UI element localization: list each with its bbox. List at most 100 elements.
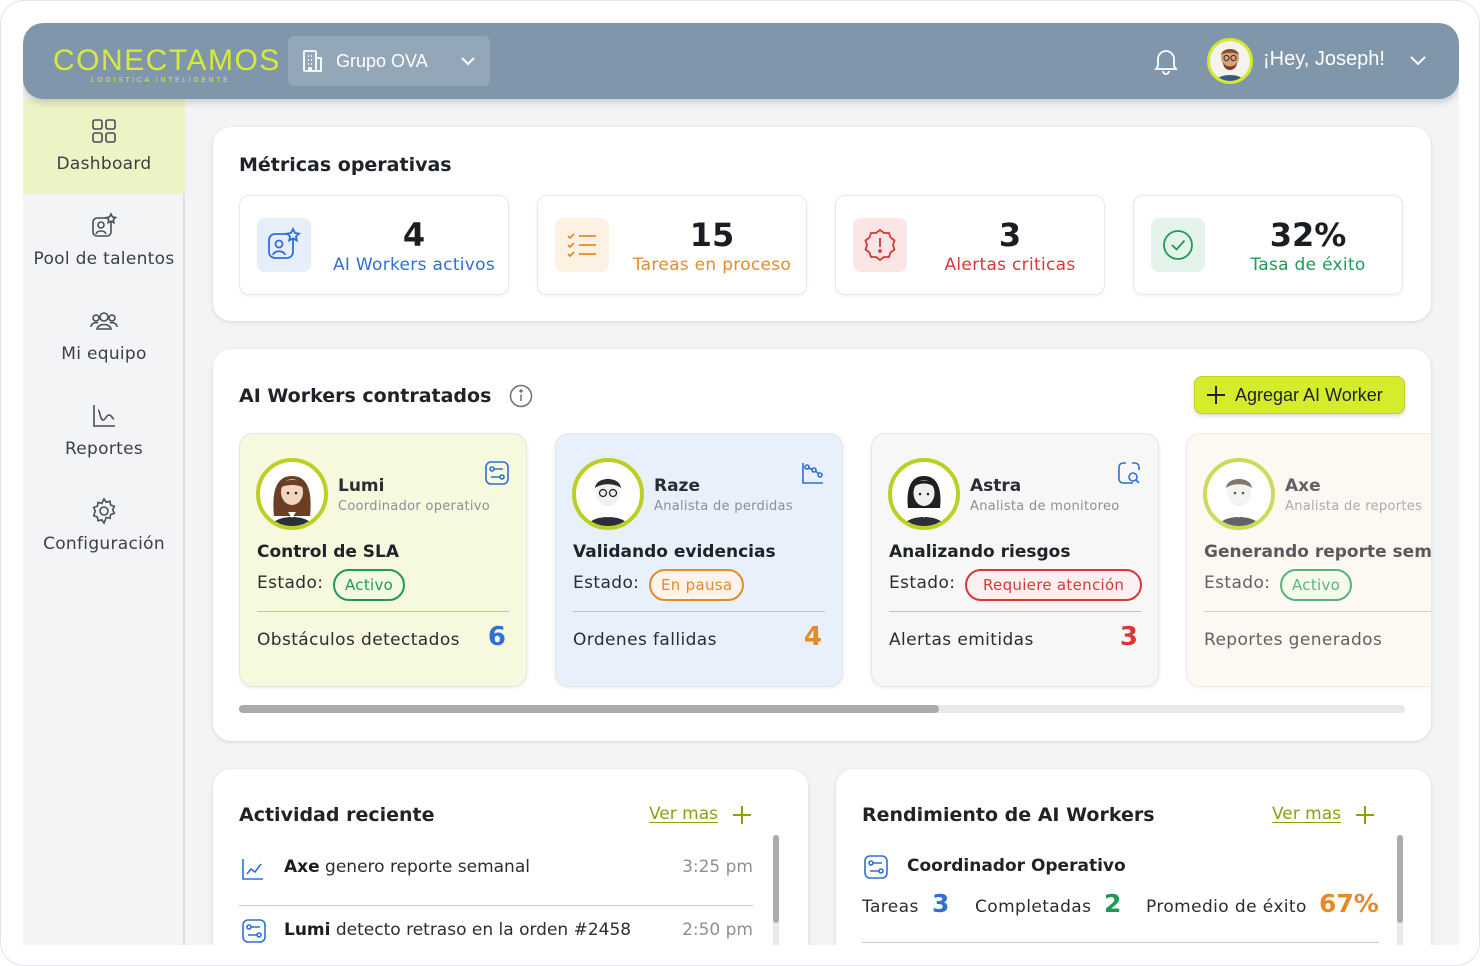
estado-label: Estado: — [1204, 573, 1271, 593]
avatar — [256, 458, 328, 530]
app: CONECTAMOS LOGISTICA INTELIGENTE Grupo O… — [23, 23, 1459, 945]
worker-card-lumi[interactable]: Lumi Coordinador operativo Control de SL… — [239, 433, 527, 687]
grid-icon — [92, 119, 116, 143]
estado-label: Estado: — [257, 573, 324, 593]
worker-name: Axe — [1285, 476, 1321, 496]
worker-card-raze[interactable]: Raze Analista de perdidas Validando evid… — [555, 433, 843, 687]
metric-label: AI Workers activos — [332, 255, 496, 275]
promedio-label: Promedio de éxito — [1146, 897, 1307, 917]
worker-card-axe[interactable]: Axe Analista de reportes Generando repor… — [1186, 433, 1431, 687]
flow-icon[interactable] — [484, 460, 510, 490]
worker-stat-label: Ordenes fallidas — [573, 630, 717, 650]
bell-icon[interactable] — [1154, 47, 1178, 79]
completadas-value: 2 — [1104, 889, 1122, 918]
sidebar: Dashboard Pool de talentos Mi equipo Rep… — [23, 99, 185, 945]
add-ai-worker-label: Agregar AI Worker — [1235, 384, 1383, 405]
tareas-label: Tareas — [862, 897, 919, 917]
vertical-scrollbar[interactable] — [773, 835, 779, 945]
metrics-title: Métricas operativas — [239, 154, 452, 176]
ver-mas-link[interactable]: Ver mas — [649, 804, 718, 824]
worker-name: Astra — [970, 476, 1022, 496]
worker-card-astra[interactable]: Astra Analista de monitoreo Analizando r… — [871, 433, 1159, 687]
worker-stat-value: 3 — [1119, 622, 1138, 652]
path-chart-icon[interactable] — [800, 460, 826, 490]
estado-label: Estado: — [573, 573, 640, 593]
worker-task: Validando evidencias — [573, 542, 776, 562]
greeting[interactable]: ¡Hey, Joseph! — [1263, 48, 1385, 71]
scrollbar-thumb[interactable] — [239, 705, 939, 713]
vertical-scrollbar[interactable] — [1397, 835, 1403, 945]
horizontal-scrollbar[interactable] — [239, 705, 1405, 713]
metric-label: Alertas criticas — [944, 255, 1076, 275]
sidebar-item-label: Reportes — [64, 439, 144, 459]
metric-value: 32% — [1269, 216, 1347, 254]
metric-label: Tasa de éxito — [1250, 255, 1366, 275]
user-star-icon — [92, 212, 118, 237]
metric-tasa-exito[interactable]: 32% Tasa de éxito — [1133, 195, 1403, 295]
worker-task: Analizando riesgos — [889, 542, 1071, 562]
activity-text: Lumi detecto retraso en la orden #2458 — [284, 920, 632, 940]
activity-title: Actividad reciente — [239, 804, 435, 826]
activity-card: Actividad reciente Ver mas Axe genero re… — [213, 769, 808, 945]
worker-stat-label: Obstáculos detectados — [257, 630, 460, 650]
worker-role: Analista de perdidas — [654, 499, 793, 514]
status-badge: Activo — [333, 569, 406, 601]
metric-value: 3 — [998, 216, 1022, 254]
performance-title: Rendimiento de AI Workers — [862, 804, 1155, 826]
logo[interactable]: CONECTAMOS LOGISTICA INTELIGENTE — [53, 43, 279, 89]
sidebar-item-pool-de-talentos[interactable]: Pool de talentos — [23, 194, 185, 289]
org-selector[interactable]: Grupo OVA — [288, 36, 490, 86]
performance-card: Rendimiento de AI Workers Ver mas Coordi… — [836, 769, 1431, 945]
scrollbar-thumb[interactable] — [773, 835, 779, 923]
logo-tagline: LOGISTICA INTELIGENTE — [91, 77, 231, 84]
worker-role: Analista de monitoreo — [970, 499, 1120, 514]
metric-alertas[interactable]: 3 Alertas criticas — [835, 195, 1105, 295]
activity-text: Axe genero reporte semanal — [284, 857, 530, 877]
plus-icon — [1207, 386, 1225, 404]
monitor-icon[interactable] — [1116, 460, 1142, 490]
performance-group: Coordinador Operativo — [907, 856, 1126, 876]
sidebar-item-mi-equipo[interactable]: Mi equipo — [23, 289, 185, 384]
sidebar-item-dashboard[interactable]: Dashboard — [23, 99, 185, 194]
workers-carousel[interactable]: Lumi Coordinador operativo Control de SL… — [239, 433, 1431, 689]
metric-tareas[interactable]: 15 Tareas en proceso — [537, 195, 807, 295]
sidebar-item-label: Mi equipo — [61, 344, 147, 364]
status-badge: En pausa — [649, 569, 745, 601]
sidebar-item-configuracion[interactable]: Configuración — [23, 479, 185, 574]
chart-line-icon — [93, 405, 115, 427]
plus-icon[interactable] — [1354, 804, 1376, 830]
checklist-icon — [555, 218, 609, 272]
metric-value: 15 — [689, 216, 735, 254]
chevron-down-icon — [461, 57, 475, 66]
flow-icon — [864, 855, 888, 879]
worker-role: Coordinador operativo — [338, 499, 491, 514]
scrollbar-thumb[interactable] — [1397, 835, 1403, 923]
ver-mas-link[interactable]: Ver mas — [1272, 804, 1341, 824]
avatar — [572, 458, 644, 530]
divider — [573, 611, 825, 612]
metrics-card: Métricas operativas 4 AI Workers activos… — [213, 127, 1431, 321]
worker-stat-label: Alertas emitidas — [889, 630, 1034, 650]
team-icon — [90, 312, 118, 330]
status-badge: Requiere atención — [965, 569, 1143, 601]
chart-line-icon — [242, 859, 263, 880]
flow-icon — [242, 919, 266, 943]
avatar[interactable] — [1207, 38, 1253, 84]
avatar — [1203, 458, 1275, 530]
worker-name: Raze — [654, 476, 700, 496]
sidebar-item-label: Pool de talentos — [33, 249, 175, 269]
metric-label: Tareas en proceso — [632, 255, 792, 275]
sidebar-item-label: Dashboard — [56, 154, 152, 174]
info-icon[interactable] — [509, 384, 533, 412]
metric-ai-workers[interactable]: 4 AI Workers activos — [239, 195, 509, 295]
check-circle-icon — [1151, 218, 1205, 272]
add-ai-worker-button[interactable]: Agregar AI Worker — [1194, 376, 1405, 414]
chevron-down-icon[interactable] — [1409, 52, 1427, 71]
user-star-icon — [257, 218, 311, 272]
plus-icon[interactable] — [731, 804, 753, 830]
list-item[interactable]: Lumi detecto retraso en la orden #2458 2… — [239, 910, 753, 945]
sidebar-item-reportes[interactable]: Reportes — [23, 384, 185, 479]
list-item[interactable]: Axe genero reporte semanal 3:25 pm — [239, 847, 753, 909]
gear-icon — [92, 497, 116, 525]
worker-stat-value: 4 — [803, 622, 822, 652]
